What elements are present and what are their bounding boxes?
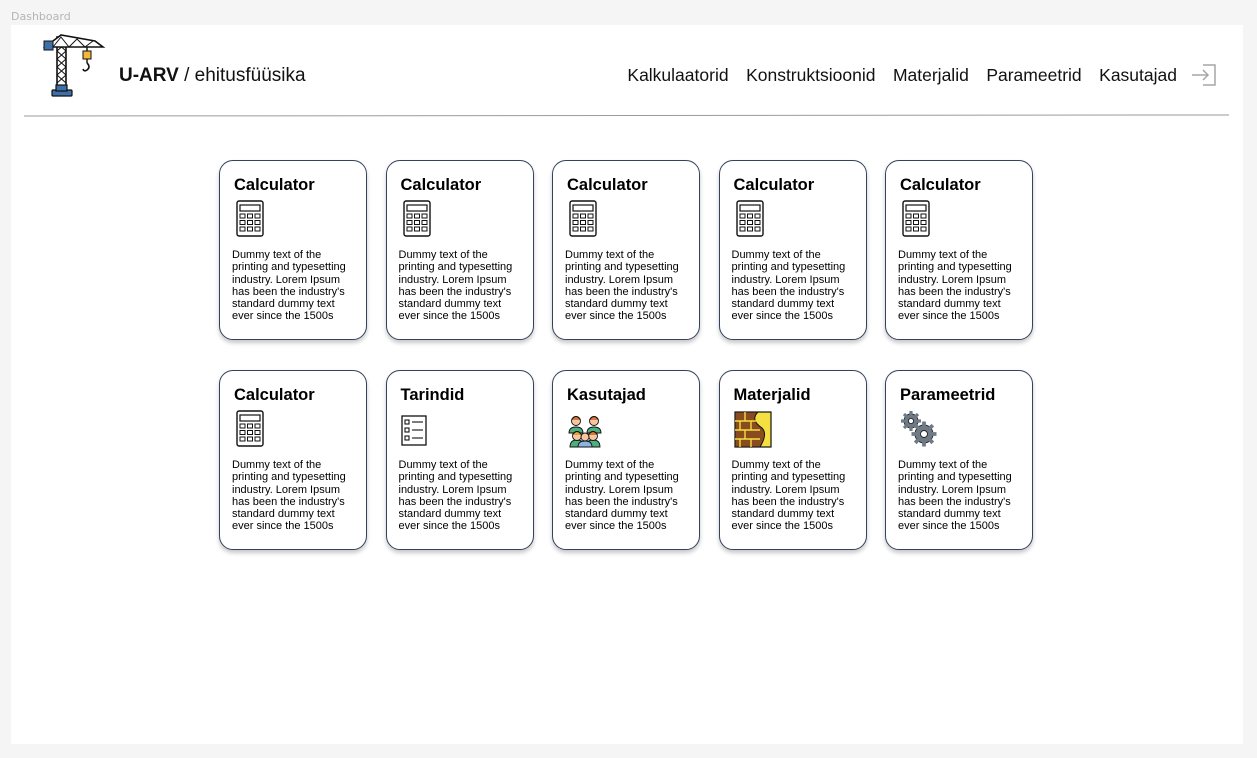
card-description: Dummy text of the printing and typesetti… [565, 249, 679, 323]
card-calculator-5[interactable]: Calculator Dummy text of the printing an… [885, 160, 1033, 340]
card-title: Calculator [234, 386, 315, 404]
card-title: Parameetrid [900, 386, 996, 404]
gears-icon [901, 411, 937, 447]
logout-icon[interactable] [1191, 63, 1217, 87]
materials-icon [733, 411, 772, 448]
card-description: Dummy text of the printing and typesetti… [565, 459, 679, 533]
calculator-icon [402, 200, 431, 237]
nav-item-kalkulaatorid[interactable]: Kalkulaatorid [627, 65, 728, 86]
card-description: Dummy text of the printing and typesetti… [232, 459, 346, 533]
card-title: Calculator [567, 176, 648, 194]
card-calculator-1[interactable]: Calculator Dummy text of the printing an… [219, 160, 367, 340]
top-nav: Kalkulaatorid Konstruktsioonid Materjali… [610, 63, 1217, 87]
card-title: Calculator [234, 176, 315, 194]
card-calculator-3[interactable]: Calculator Dummy text of the printing an… [552, 160, 700, 340]
calculator-icon [236, 410, 264, 447]
card-description: Dummy text of the printing and typesetti… [398, 459, 513, 533]
card-title: Kasutajad [567, 386, 646, 404]
card-materjalid[interactable]: Materjalid Dummy text of the printing an… [718, 370, 867, 550]
card-title: Calculator [900, 176, 981, 194]
card-calculator-2[interactable]: Calculator Dummy text of the printing an… [385, 160, 534, 340]
nav-item-materjalid[interactable]: Materjalid [893, 65, 969, 86]
nav-item-konstruktsioonid[interactable]: Konstruktsioonid [746, 65, 875, 86]
card-calculator-4[interactable]: Calculator Dummy text of the printing an… [718, 160, 867, 340]
brand-subtitle: / ehitusfüüsika [178, 65, 306, 86]
calculator-icon [902, 200, 930, 237]
crane-logo-icon[interactable] [43, 33, 107, 99]
card-kasutajad[interactable]: Kasutajad Dummy text of the printing and… [552, 370, 700, 550]
card-calculator-6[interactable]: Calculator Dummy text of the printing an… [219, 370, 367, 550]
users-group-icon [568, 416, 602, 448]
calculator-icon [569, 200, 597, 237]
card-description: Dummy text of the printing and typesetti… [898, 459, 1012, 533]
card-parameetrid[interactable]: Parameetrid Dummy text of the printing a… [885, 370, 1033, 550]
header-divider [23, 114, 1230, 117]
calculator-icon [735, 200, 764, 237]
card-title: Calculator [733, 176, 815, 194]
card-description: Dummy text of the printing and typesetti… [232, 249, 346, 323]
nav-item-kasutajad[interactable]: Kasutajad [1099, 65, 1177, 86]
card-description: Dummy text of the printing and typesetti… [731, 249, 846, 323]
brand-name: U-ARV [119, 65, 179, 86]
calculator-icon [236, 200, 264, 237]
card-title: Tarindid [400, 386, 465, 404]
dashboard-frame: U-ARV / ehitusfüüsika Kalkulaatorid Kons… [11, 25, 1243, 744]
card-grid: Calculator Dummy text of the printing an… [219, 160, 1033, 550]
nav-item-parameetrid[interactable]: Parameetrid [986, 65, 1081, 86]
frame-label: Dashboard [11, 10, 71, 23]
card-title: Materjalid [733, 386, 811, 404]
card-description: Dummy text of the printing and typesetti… [898, 249, 1012, 323]
card-tarindid[interactable]: Tarindid Dummy text of the printing and … [385, 370, 534, 550]
card-title: Calculator [400, 176, 482, 194]
brand-title: U-ARV / ehitusfüüsika [119, 65, 306, 87]
card-description: Dummy text of the printing and typesetti… [731, 459, 846, 533]
checklist-icon [400, 415, 427, 446]
card-description: Dummy text of the printing and typesetti… [398, 249, 513, 323]
